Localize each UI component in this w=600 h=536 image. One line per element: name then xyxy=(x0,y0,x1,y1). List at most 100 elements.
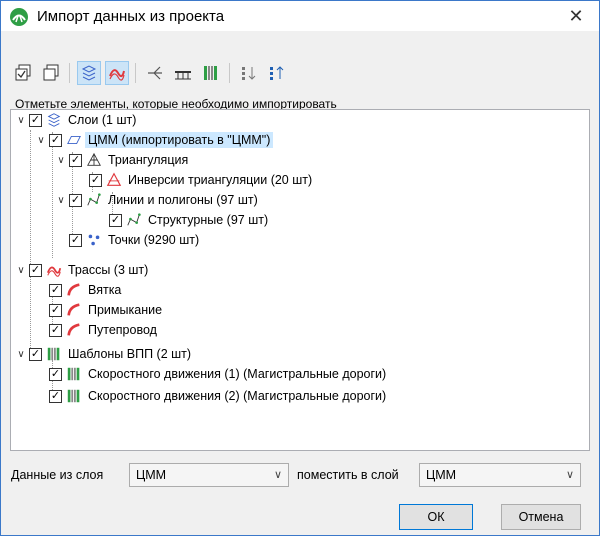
tree-node-template-item[interactable]: ✓ Скоростного движения (1) (Магистральны… xyxy=(47,364,389,384)
inversion-icon xyxy=(105,171,123,189)
structural-line-icon xyxy=(125,211,143,229)
layers-filter-icon xyxy=(81,65,97,81)
checkbox[interactable]: ✓ xyxy=(69,193,82,207)
polyline-icon xyxy=(85,191,103,209)
toolbar xyxy=(9,57,593,89)
template-icon xyxy=(204,66,217,80)
tree-node-inversions[interactable]: ✓ Инверсии триангуляции (20 шт) xyxy=(87,170,315,190)
checkbox[interactable]: ✓ xyxy=(109,213,122,227)
route-icon xyxy=(65,321,83,339)
bottom-panel: Данные из слоя ЦММ ∨ поместить в слой ЦМ… xyxy=(1,453,599,535)
template-icon xyxy=(45,345,63,363)
tree-connector xyxy=(30,130,31,360)
tree-node-route-item[interactable]: ✓ Вятка xyxy=(47,280,124,300)
template-button[interactable] xyxy=(199,61,223,85)
expand-chevron-icon[interactable]: ∨ xyxy=(35,130,47,150)
tree-node-label: ЦММ (импортировать в "ЦММ") xyxy=(85,132,274,148)
target-layer-label: поместить в слой xyxy=(297,468,399,482)
source-layer-select[interactable]: ЦММ ∨ xyxy=(129,463,289,487)
window-title: Импорт данных из проекта xyxy=(37,8,225,25)
checkbox[interactable]: ✓ xyxy=(49,323,62,337)
ok-button-label: ОК xyxy=(427,510,445,524)
sort-up-button[interactable] xyxy=(265,61,289,85)
target-layer-value: ЦММ xyxy=(426,468,457,482)
tree-node-cmm[interactable]: ∨ ✓ ЦММ (импортировать в "ЦММ") xyxy=(35,130,274,150)
import-tree[interactable]: ∨ ✓ Слои (1 шт) ∨ ✓ ЦММ (импортировать в… xyxy=(10,109,590,451)
checkbox[interactable]: ✓ xyxy=(29,113,42,127)
checkbox[interactable]: ✓ xyxy=(29,347,42,361)
toolbar-separator xyxy=(135,63,136,83)
check-all-button[interactable] xyxy=(11,61,35,85)
toolbar-separator xyxy=(229,63,230,83)
cancel-button[interactable]: Отмена xyxy=(501,504,581,530)
tree-node-template-item[interactable]: ✓ Скоростного движения (2) (Магистральны… xyxy=(47,386,389,406)
tree-node-points[interactable]: ✓ Точки (9290 шт) xyxy=(67,230,202,250)
tree-node-label: Структурные (97 шт) xyxy=(148,213,269,227)
road-app-icon xyxy=(10,8,28,26)
cancel-button-label: Отмена xyxy=(518,510,564,524)
toolbar-separator xyxy=(69,63,70,83)
tree-node-label: Точки (9290 шт) xyxy=(108,233,200,247)
layers-icon xyxy=(45,111,63,129)
tree-node-layers[interactable]: ∨ ✓ Слои (1 шт) xyxy=(15,110,139,130)
tree-node-route-item[interactable]: ✓ Примыкание xyxy=(47,300,165,320)
checkbox[interactable]: ✓ xyxy=(89,173,102,187)
checkbox[interactable]: ✓ xyxy=(49,389,62,403)
routes-filter-icon xyxy=(109,69,125,81)
tree-connector xyxy=(52,132,53,258)
title-bar: Импорт данных из проекта ✕ xyxy=(1,1,599,31)
checkbox[interactable]: ✓ xyxy=(69,233,82,247)
routes-icon xyxy=(45,261,63,279)
branch-icon xyxy=(148,66,162,80)
tree-node-label: Шаблоны ВПП (2 шт) xyxy=(68,347,192,361)
target-layer-select[interactable]: ЦММ ∨ xyxy=(419,463,581,487)
expand-chevron-icon[interactable]: ∨ xyxy=(55,150,67,170)
ok-button[interactable]: ОК xyxy=(399,504,473,530)
tree-node-label: Скоростного движения (1) (Магистральные … xyxy=(88,367,387,381)
close-button[interactable]: ✕ xyxy=(553,1,599,31)
layers-filter-button[interactable] xyxy=(77,61,101,85)
route-icon xyxy=(65,301,83,319)
bridge-icon xyxy=(175,71,191,80)
points-icon xyxy=(85,231,103,249)
tree-node-templates[interactable]: ∨ ✓ Шаблоны ВПП (2 шт) xyxy=(15,344,194,364)
expand-chevron-icon[interactable]: ∨ xyxy=(15,110,27,130)
tree-node-route-item[interactable]: ✓ Путепровод xyxy=(47,320,160,340)
tree-node-triangulation[interactable]: ∨ ✓ Триангуляция xyxy=(55,150,191,170)
sort-down-icon xyxy=(242,67,256,80)
tree-node-label: Инверсии триангуляции (20 шт) xyxy=(128,173,313,187)
sort-down-button[interactable] xyxy=(237,61,261,85)
tree-node-label: Примыкание xyxy=(88,303,163,317)
expand-chevron-icon[interactable]: ∨ xyxy=(55,190,67,210)
source-layer-label: Данные из слоя xyxy=(11,468,104,482)
tree-node-label: Трассы (3 шт) xyxy=(68,263,149,277)
surface-icon xyxy=(65,131,83,149)
checkbox[interactable]: ✓ xyxy=(49,367,62,381)
tree-node-label: Вятка xyxy=(88,283,122,297)
template-icon xyxy=(65,365,83,383)
tree-node-label: Слои (1 шт) xyxy=(68,113,137,127)
tree-node-lines[interactable]: ∨ ✓ Линии и полигоны (97 шт) xyxy=(55,190,261,210)
tree-node-label: Скоростного движения (2) (Магистральные … xyxy=(88,389,387,403)
expand-chevron-icon[interactable]: ∨ xyxy=(15,344,27,364)
branch-button[interactable] xyxy=(143,61,167,85)
checkbox[interactable]: ✓ xyxy=(49,133,62,147)
tree-node-structural[interactable]: ✓ Структурные (97 шт) xyxy=(107,210,271,230)
import-dialog: Импорт данных из проекта ✕ Отметьте элем… xyxy=(0,0,600,536)
bridge-button[interactable] xyxy=(171,61,195,85)
tree-node-label: Триангуляция xyxy=(108,153,189,167)
tree-node-label: Путепровод xyxy=(88,323,157,337)
routes-filter-button[interactable] xyxy=(105,61,129,85)
sort-up-icon xyxy=(270,66,284,80)
chevron-down-icon: ∨ xyxy=(565,469,574,481)
checkbox[interactable]: ✓ xyxy=(69,153,82,167)
checkbox[interactable]: ✓ xyxy=(49,303,62,317)
uncheck-all-icon xyxy=(43,64,59,81)
checkbox[interactable]: ✓ xyxy=(29,263,42,277)
uncheck-all-button[interactable] xyxy=(39,61,63,85)
checkbox[interactable]: ✓ xyxy=(49,283,62,297)
chevron-down-icon: ∨ xyxy=(273,469,282,481)
expand-chevron-icon[interactable]: ∨ xyxy=(15,260,27,280)
tree-node-routes[interactable]: ∨ ✓ Трассы (3 шт) xyxy=(15,260,151,280)
template-icon xyxy=(65,387,83,405)
